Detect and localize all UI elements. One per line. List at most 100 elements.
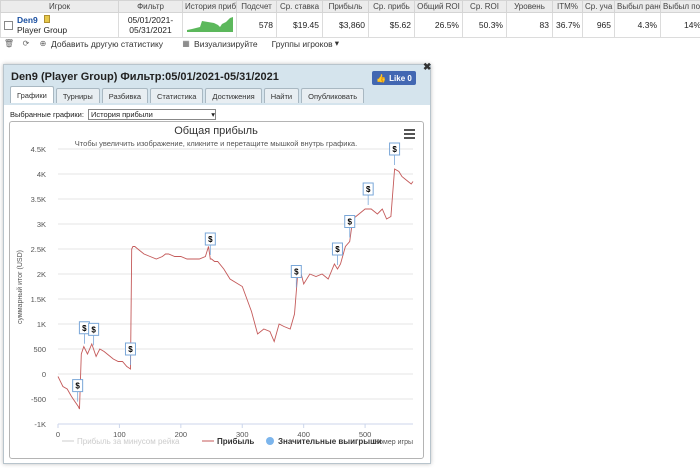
big-win-flag-label: $ — [294, 268, 299, 277]
big-win-flag-label: $ — [348, 218, 353, 227]
chart-subtitle: Чтобы увеличить изображение, кликните и … — [75, 139, 357, 148]
tab-find[interactable]: Найти — [263, 88, 300, 103]
legend-net-profit: Прибыль за минусом рейка — [77, 437, 180, 446]
column-header[interactable]: Ср. прибь — [368, 0, 415, 13]
y-tick-label: -1K — [34, 420, 46, 429]
level-cell: 83 — [506, 12, 553, 38]
legend-profit: Прибыль — [217, 437, 254, 446]
column-header[interactable]: Фильтр — [118, 0, 183, 13]
add-stat-button[interactable]: ⊕ Добавить другую статистику — [34, 39, 163, 49]
y-tick-label: 3K — [37, 220, 46, 229]
y-axis-label: суммарный итог (USD) — [16, 250, 24, 324]
player-groups-label: Группы игроков — [271, 38, 333, 49]
profit-cell: $3,860 — [322, 12, 369, 38]
chart-icon: ▦ — [182, 39, 190, 48]
player-groups-dropdown[interactable]: Группы игроков ▾ — [272, 38, 339, 49]
column-header[interactable]: Выбыл рано — [614, 0, 661, 13]
tab-achievements[interactable]: Достижения — [205, 88, 262, 103]
legend-swatch-big-wins — [266, 437, 274, 445]
count-cell: 578 — [236, 12, 277, 38]
player-cell: Den9 Player Group — [0, 12, 119, 38]
chart-frame[interactable]: Общая прибыль Чтобы увеличить изображение… — [9, 121, 424, 459]
big-win-flag-label: $ — [335, 245, 340, 254]
y-tick-label: 3.5K — [31, 195, 46, 204]
facebook-like-button[interactable]: 👍 Like 0 — [372, 71, 416, 85]
total-roi-cell: 26.5% — [414, 12, 463, 38]
column-header[interactable]: История приб — [182, 0, 237, 13]
column-header[interactable]: Ср. ставка — [276, 0, 323, 13]
column-header[interactable]: Игрок — [0, 0, 119, 13]
avg-entrants-cell: 965 — [582, 12, 615, 38]
profit-series-line — [57, 168, 414, 410]
avg-profit-cell: $5.62 — [368, 12, 415, 38]
y-tick-label: 500 — [33, 345, 46, 354]
column-header[interactable]: Ср. уча — [582, 0, 615, 13]
row-checkbox[interactable] — [4, 20, 13, 30]
avg-roi-cell: 50.3% — [462, 12, 507, 38]
column-header[interactable]: Уровень — [506, 0, 553, 13]
y-tick-label: 2.5K — [31, 245, 46, 254]
refresh-icon[interactable]: ⟳ — [21, 39, 31, 49]
profit-chart[interactable]: Общая прибыль Чтобы увеличить изображение… — [10, 122, 423, 458]
y-tick-label: -500 — [31, 395, 46, 404]
chart-select-label: Выбранные графики: — [10, 110, 84, 119]
big-win-flag-label: $ — [128, 345, 133, 354]
player-name-link[interactable]: Den9 — [17, 15, 38, 25]
tab-tournaments[interactable]: Турниры — [55, 88, 100, 103]
column-header[interactable]: ITM% — [552, 0, 583, 13]
visualize-label: Визуализируйте — [194, 38, 258, 49]
itm-cell: 36.7% — [552, 12, 583, 38]
early-out-cell: 4.3% — [614, 12, 661, 38]
tab-breakdown[interactable]: Разбивка — [101, 88, 149, 103]
filter-cell: 05/01/2021- 05/31/2021 — [118, 12, 183, 38]
y-tick-label: 2K — [37, 270, 46, 279]
big-win-flag-label: $ — [392, 145, 397, 154]
y-tick-label: 1K — [37, 320, 46, 329]
filter-to: 05/31/2021 — [129, 25, 172, 35]
trash-icon[interactable]: 🗑 — [4, 39, 14, 49]
plus-icon: ⊕ — [39, 39, 47, 48]
chart-menu-icon[interactable] — [404, 129, 415, 139]
profit-sparkline-cell[interactable] — [182, 12, 237, 38]
filter-from: 05/01/2021- — [127, 15, 174, 25]
big-win-flag-label: $ — [366, 185, 371, 194]
table-row[interactable]: Den9 Player Group 05/01/2021- 05/31/2021… — [0, 12, 700, 38]
late-out-cell: 14% — [660, 12, 700, 38]
chart-select-row: Выбранные графики: История прибыли ▾ — [10, 109, 216, 120]
like-label: Like 0 — [389, 73, 412, 83]
y-tick-label: 1.5K — [31, 295, 46, 304]
close-icon[interactable]: ✖ — [423, 62, 431, 73]
big-win-flag-label: $ — [208, 235, 213, 244]
column-header[interactable]: Ср. ROI — [462, 0, 507, 13]
panel-header: Den9 (Player Group) Фильтр:05/01/2021-05… — [4, 65, 430, 105]
caret-down-icon: ▾ — [334, 38, 339, 48]
chart-title: Общая прибыль — [174, 125, 258, 137]
legend-big-wins: Значительные выигрыши — [278, 437, 382, 446]
x-axis-label: Номер игры — [374, 439, 413, 446]
y-tick-label: 0 — [42, 370, 46, 379]
player-group: Player Group — [17, 25, 68, 35]
y-tick-label: 4.5K — [31, 145, 46, 154]
tab-charts[interactable]: Графики — [10, 86, 54, 103]
thumbs-up-icon: 👍 — [376, 73, 387, 83]
tab-statistics[interactable]: Статистика — [150, 88, 204, 103]
big-win-flag-label: $ — [91, 325, 96, 334]
tab-publish[interactable]: Опубликовать — [301, 88, 365, 103]
chart-select[interactable]: История прибыли ▾ — [87, 109, 216, 120]
y-tick-label: 4K — [37, 170, 46, 179]
column-header[interactable]: Прибыль — [322, 0, 369, 13]
profit-sparkline — [187, 17, 233, 32]
trophy-icon — [43, 15, 50, 23]
panel-tabs: Графики Турниры Разбивка Статистика Дост… — [10, 86, 366, 103]
visualize-button[interactable]: ▦ Визуализируйте — [177, 38, 258, 49]
avg-stake-cell: $19.45 — [276, 12, 323, 38]
chevron-down-icon: ▾ — [211, 110, 215, 119]
table-header-row: Игрок Фильтр История приб Подсчет Ср. ст… — [0, 0, 700, 13]
big-win-flag-label: $ — [82, 324, 87, 333]
big-win-flag-label: $ — [75, 382, 80, 391]
chart-select-value: История прибыли — [90, 110, 153, 119]
column-header[interactable]: Общий ROI — [414, 0, 463, 13]
column-header[interactable]: Подсчет — [236, 0, 277, 13]
column-header[interactable]: Выбыл позд — [660, 0, 700, 13]
x-tick-label: 0 — [56, 430, 60, 439]
